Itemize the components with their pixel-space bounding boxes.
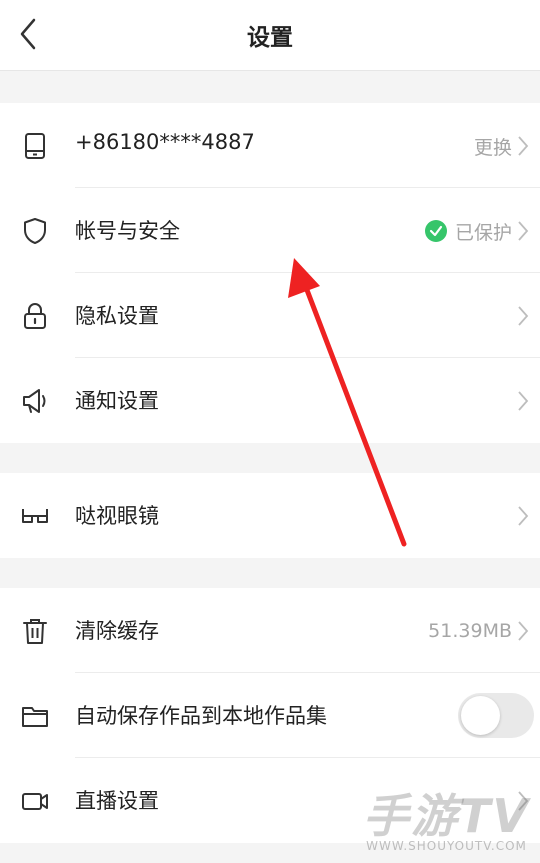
account-settings-group: +86180****4887 更换 帐号与安全 已保护 隐私设置 通知设置 xyxy=(0,103,540,443)
glasses-label: 哒视眼镜 xyxy=(75,504,159,528)
chevron-right-icon xyxy=(518,791,529,811)
top-bar: 设置 xyxy=(0,0,540,71)
storage-group: 清除缓存 51.39MB 自动保存作品到本地作品集 直播设置 xyxy=(0,588,540,843)
row-chevron xyxy=(516,386,530,416)
chevron-right-icon xyxy=(518,391,529,411)
privacy-settings-row[interactable]: 隐私设置 xyxy=(0,273,540,358)
account-security-row[interactable]: 帐号与安全 已保护 xyxy=(0,188,540,273)
trash-icon xyxy=(23,619,47,644)
change-phone-action[interactable]: 更换 xyxy=(474,131,530,161)
chevron-right-icon xyxy=(518,136,529,156)
glasses-group: 哒视眼镜 xyxy=(0,473,540,558)
glasses-icon xyxy=(22,509,48,523)
row-chevron xyxy=(516,786,530,816)
phone-number-row[interactable]: +86180****4887 更换 xyxy=(0,103,540,188)
notification-settings-label: 通知设置 xyxy=(75,389,159,413)
chevron-right-icon xyxy=(518,221,529,241)
auto-save-row: 自动保存作品到本地作品集 xyxy=(0,673,540,758)
auto-save-label: 自动保存作品到本地作品集 xyxy=(75,704,327,728)
folder-icon xyxy=(22,707,48,727)
glasses-row[interactable]: 哒视眼镜 xyxy=(0,473,540,558)
row-chevron xyxy=(516,501,530,531)
change-phone-text: 更换 xyxy=(473,136,512,159)
privacy-settings-label: 隐私设置 xyxy=(75,304,159,328)
cache-size-text: 51.39MB xyxy=(428,620,512,642)
protection-status: 已保护 xyxy=(424,216,530,246)
page-title: 设置 xyxy=(247,25,293,51)
lock-icon xyxy=(24,303,46,329)
video-camera-icon xyxy=(22,793,48,810)
live-settings-label: 直播设置 xyxy=(75,789,159,813)
account-security-label: 帐号与安全 xyxy=(75,219,180,243)
clear-cache-row[interactable]: 清除缓存 51.39MB xyxy=(0,588,540,673)
toggle-knob xyxy=(461,696,500,735)
notification-settings-row[interactable]: 通知设置 xyxy=(0,358,540,443)
live-settings-row[interactable]: 直播设置 xyxy=(0,758,540,843)
check-icon xyxy=(424,220,447,242)
row-chevron xyxy=(516,301,530,331)
speaker-icon xyxy=(23,389,46,413)
chevron-right-icon xyxy=(518,306,529,326)
cache-size: 51.39MB xyxy=(428,616,530,646)
chevron-right-icon xyxy=(518,506,529,526)
phone-number-label: +86180****4887 xyxy=(75,130,255,154)
phone-icon xyxy=(25,133,45,159)
shield-icon xyxy=(24,218,46,244)
chevron-right-icon xyxy=(518,621,529,641)
clear-cache-label: 清除缓存 xyxy=(75,619,159,643)
protection-status-text: 已保护 xyxy=(454,221,512,244)
auto-save-toggle[interactable] xyxy=(458,693,534,738)
